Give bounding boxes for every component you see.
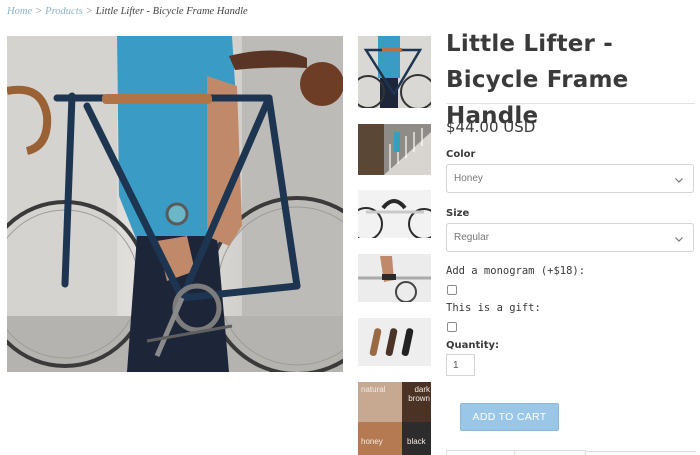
thumbnail-image-3[interactable] bbox=[358, 190, 431, 238]
gift-label: This is a gift: bbox=[446, 302, 541, 314]
breadcrumb-home-link[interactable]: Home bbox=[7, 6, 32, 17]
monogram-label: Add a monogram (+$18): bbox=[446, 265, 586, 277]
chevron-down-icon bbox=[674, 172, 684, 190]
tab-2[interactable] bbox=[515, 450, 586, 455]
thumbnail-image-2[interactable] bbox=[358, 124, 431, 175]
thumbnail-color-swatches[interactable]: natural dark brown honey black bbox=[358, 382, 431, 455]
size-label: Size bbox=[446, 208, 470, 219]
breadcrumb: Home > Products > Little Lifter - Bicycle Fr… bbox=[7, 6, 248, 17]
color-select[interactable]: Honey bbox=[446, 164, 694, 193]
breadcrumb-separator: > bbox=[35, 6, 43, 17]
chevron-down-icon bbox=[674, 231, 684, 249]
thumbnail-image-4[interactable] bbox=[358, 254, 431, 302]
color-select-value: Honey bbox=[454, 173, 483, 184]
hand-lifting-thumb bbox=[358, 254, 431, 302]
thumbnail-image-1[interactable] bbox=[358, 36, 431, 108]
product-price: $44.00 USD bbox=[446, 118, 536, 136]
breadcrumb-separator: > bbox=[85, 6, 93, 17]
breadcrumb-current: Little Lifter - Bicycle Frame Handle bbox=[95, 6, 248, 17]
thumbnail-image-5[interactable] bbox=[358, 318, 431, 366]
quantity-input[interactable]: 1 bbox=[446, 354, 475, 376]
swatch-label-natural: natural bbox=[361, 385, 386, 394]
three-handles-thumb bbox=[358, 318, 431, 366]
size-select[interactable]: Regular bbox=[446, 223, 694, 252]
color-label: Color bbox=[446, 149, 476, 160]
title-divider bbox=[446, 103, 695, 104]
bicycle-thumb-1 bbox=[358, 36, 431, 108]
stairs-thumb bbox=[358, 124, 431, 175]
swatch-label-dark-brown: dark brown bbox=[408, 385, 430, 403]
monogram-checkbox[interactable] bbox=[447, 285, 457, 295]
handle-on-bike-thumb bbox=[358, 190, 431, 238]
swatch-label-honey: honey bbox=[361, 437, 383, 446]
main-product-image[interactable] bbox=[7, 36, 343, 372]
add-to-cart-button[interactable]: ADD TO CART bbox=[460, 403, 559, 431]
bicycle-photo bbox=[7, 36, 343, 372]
size-select-value: Regular bbox=[454, 232, 490, 243]
breadcrumb-products-link[interactable]: Products bbox=[45, 6, 83, 17]
gift-checkbox[interactable] bbox=[447, 322, 457, 332]
tab-1[interactable] bbox=[446, 450, 515, 455]
swatch-label-black: black bbox=[407, 437, 426, 446]
quantity-label: Quantity: bbox=[446, 340, 499, 351]
quantity-value: 1 bbox=[453, 360, 459, 371]
